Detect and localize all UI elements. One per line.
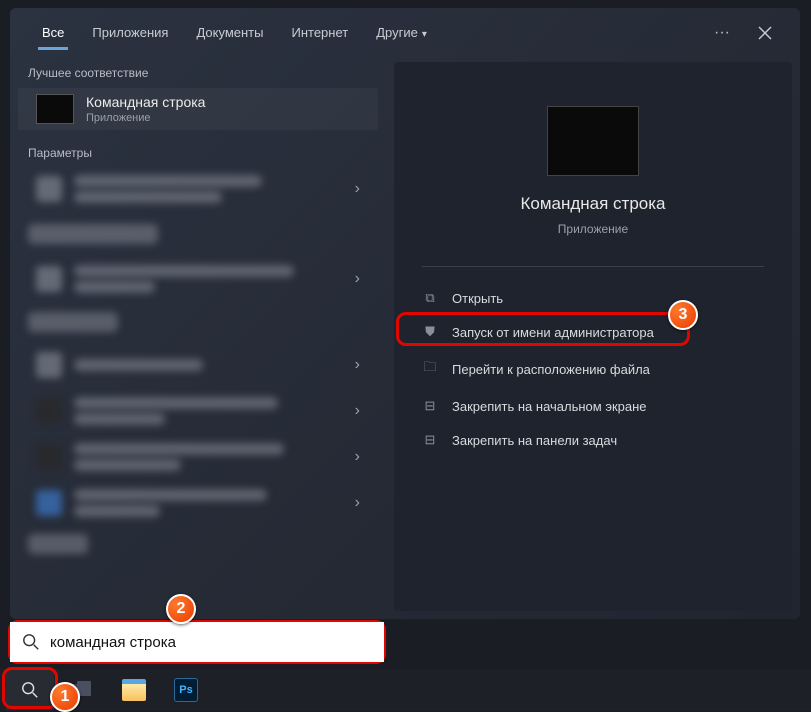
filter-tabs: Все Приложения Документы Интернет Другие… — [10, 8, 800, 52]
action-open[interactable]: ⧉ Открыть — [394, 281, 792, 315]
blurred-icon — [36, 176, 62, 202]
search-bar[interactable] — [10, 622, 384, 662]
preview-actions: ⧉ Открыть ⛊ Запуск от имени администрато… — [394, 281, 792, 457]
shield-icon: ⛊ — [422, 324, 438, 340]
list-item[interactable]: › — [18, 389, 378, 433]
action-label: Закрепить на панели задач — [452, 433, 617, 448]
action-run-as-admin[interactable]: ⛊ Запуск от имени администратора — [394, 315, 792, 349]
list-item[interactable]: › — [18, 435, 378, 479]
chevron-right-icon: › — [355, 402, 360, 420]
list-item[interactable]: › — [18, 481, 378, 525]
parameters-header: Параметры — [10, 132, 386, 166]
folder-icon: 🗀 — [422, 358, 438, 380]
action-label: Открыть — [452, 291, 503, 306]
chevron-right-icon: › — [355, 356, 360, 374]
action-pin-to-taskbar[interactable]: ⊟ Закрепить на панели задач — [394, 423, 792, 457]
best-match-subtitle: Приложение — [86, 112, 205, 124]
search-icon — [21, 681, 39, 699]
blurred-header — [28, 534, 88, 554]
action-label: Перейти к расположению файла — [452, 362, 650, 377]
blurred-icon — [36, 352, 62, 378]
action-open-file-location[interactable]: 🗀 Перейти к расположению файла — [394, 349, 792, 389]
action-label: Запуск от имени администратора — [452, 325, 654, 340]
list-item[interactable]: › — [18, 343, 378, 387]
search-input[interactable] — [50, 634, 372, 651]
search-results-window: Все Приложения Документы Интернет Другие… — [10, 8, 800, 619]
list-item[interactable]: › — [18, 167, 378, 211]
taskbar-photoshop[interactable]: Ps — [162, 670, 210, 710]
taskbar: Ps — [0, 669, 811, 711]
pin-icon: ⊟ — [422, 398, 438, 414]
best-match-title: Командная строка — [86, 94, 205, 110]
preview-app-icon — [547, 106, 639, 176]
tab-internet[interactable]: Интернет — [277, 15, 362, 52]
tab-apps[interactable]: Приложения — [78, 15, 182, 52]
chevron-right-icon: › — [355, 494, 360, 512]
best-match-item[interactable]: Командная строка Приложение — [18, 88, 378, 130]
close-button[interactable] — [748, 16, 782, 50]
folder-icon — [72, 681, 92, 699]
tab-more[interactable]: Другие▾ — [362, 15, 441, 52]
list-item[interactable]: › — [18, 257, 378, 301]
action-label: Закрепить на начальном экране — [452, 399, 647, 414]
taskbar-item[interactable] — [58, 670, 106, 710]
taskbar-search-button[interactable] — [6, 670, 54, 710]
divider — [422, 266, 764, 267]
cmd-icon — [36, 94, 74, 124]
best-match-header: Лучшее соответствие — [10, 52, 386, 86]
chevron-right-icon: › — [355, 448, 360, 466]
action-pin-to-start[interactable]: ⊟ Закрепить на начальном экране — [394, 389, 792, 423]
preview-title: Командная строка — [520, 194, 665, 214]
chevron-right-icon: › — [355, 270, 360, 288]
explorer-icon — [122, 679, 146, 701]
search-icon — [22, 633, 40, 651]
photoshop-icon: Ps — [174, 678, 198, 702]
blurred-icon — [36, 444, 62, 470]
blurred-icon — [36, 398, 62, 424]
blurred-header — [28, 312, 118, 332]
results-list: Лучшее соответствие Командная строка При… — [10, 52, 390, 619]
pin-icon: ⊟ — [422, 432, 438, 448]
blurred-header — [28, 224, 158, 244]
close-icon — [758, 26, 772, 40]
blurred-icon — [36, 266, 62, 292]
open-icon: ⧉ — [422, 290, 438, 306]
tab-documents[interactable]: Документы — [182, 15, 277, 52]
preview-panel: Командная строка Приложение ⧉ Открыть ⛊ … — [394, 62, 792, 611]
chevron-right-icon: › — [355, 180, 360, 198]
preview-subtitle: Приложение — [558, 222, 628, 236]
chevron-down-icon: ▾ — [422, 29, 427, 40]
tab-all[interactable]: Все — [28, 15, 78, 52]
taskbar-explorer[interactable] — [110, 670, 158, 710]
blurred-icon — [36, 490, 62, 516]
more-options-button[interactable]: ··· — [704, 18, 740, 48]
